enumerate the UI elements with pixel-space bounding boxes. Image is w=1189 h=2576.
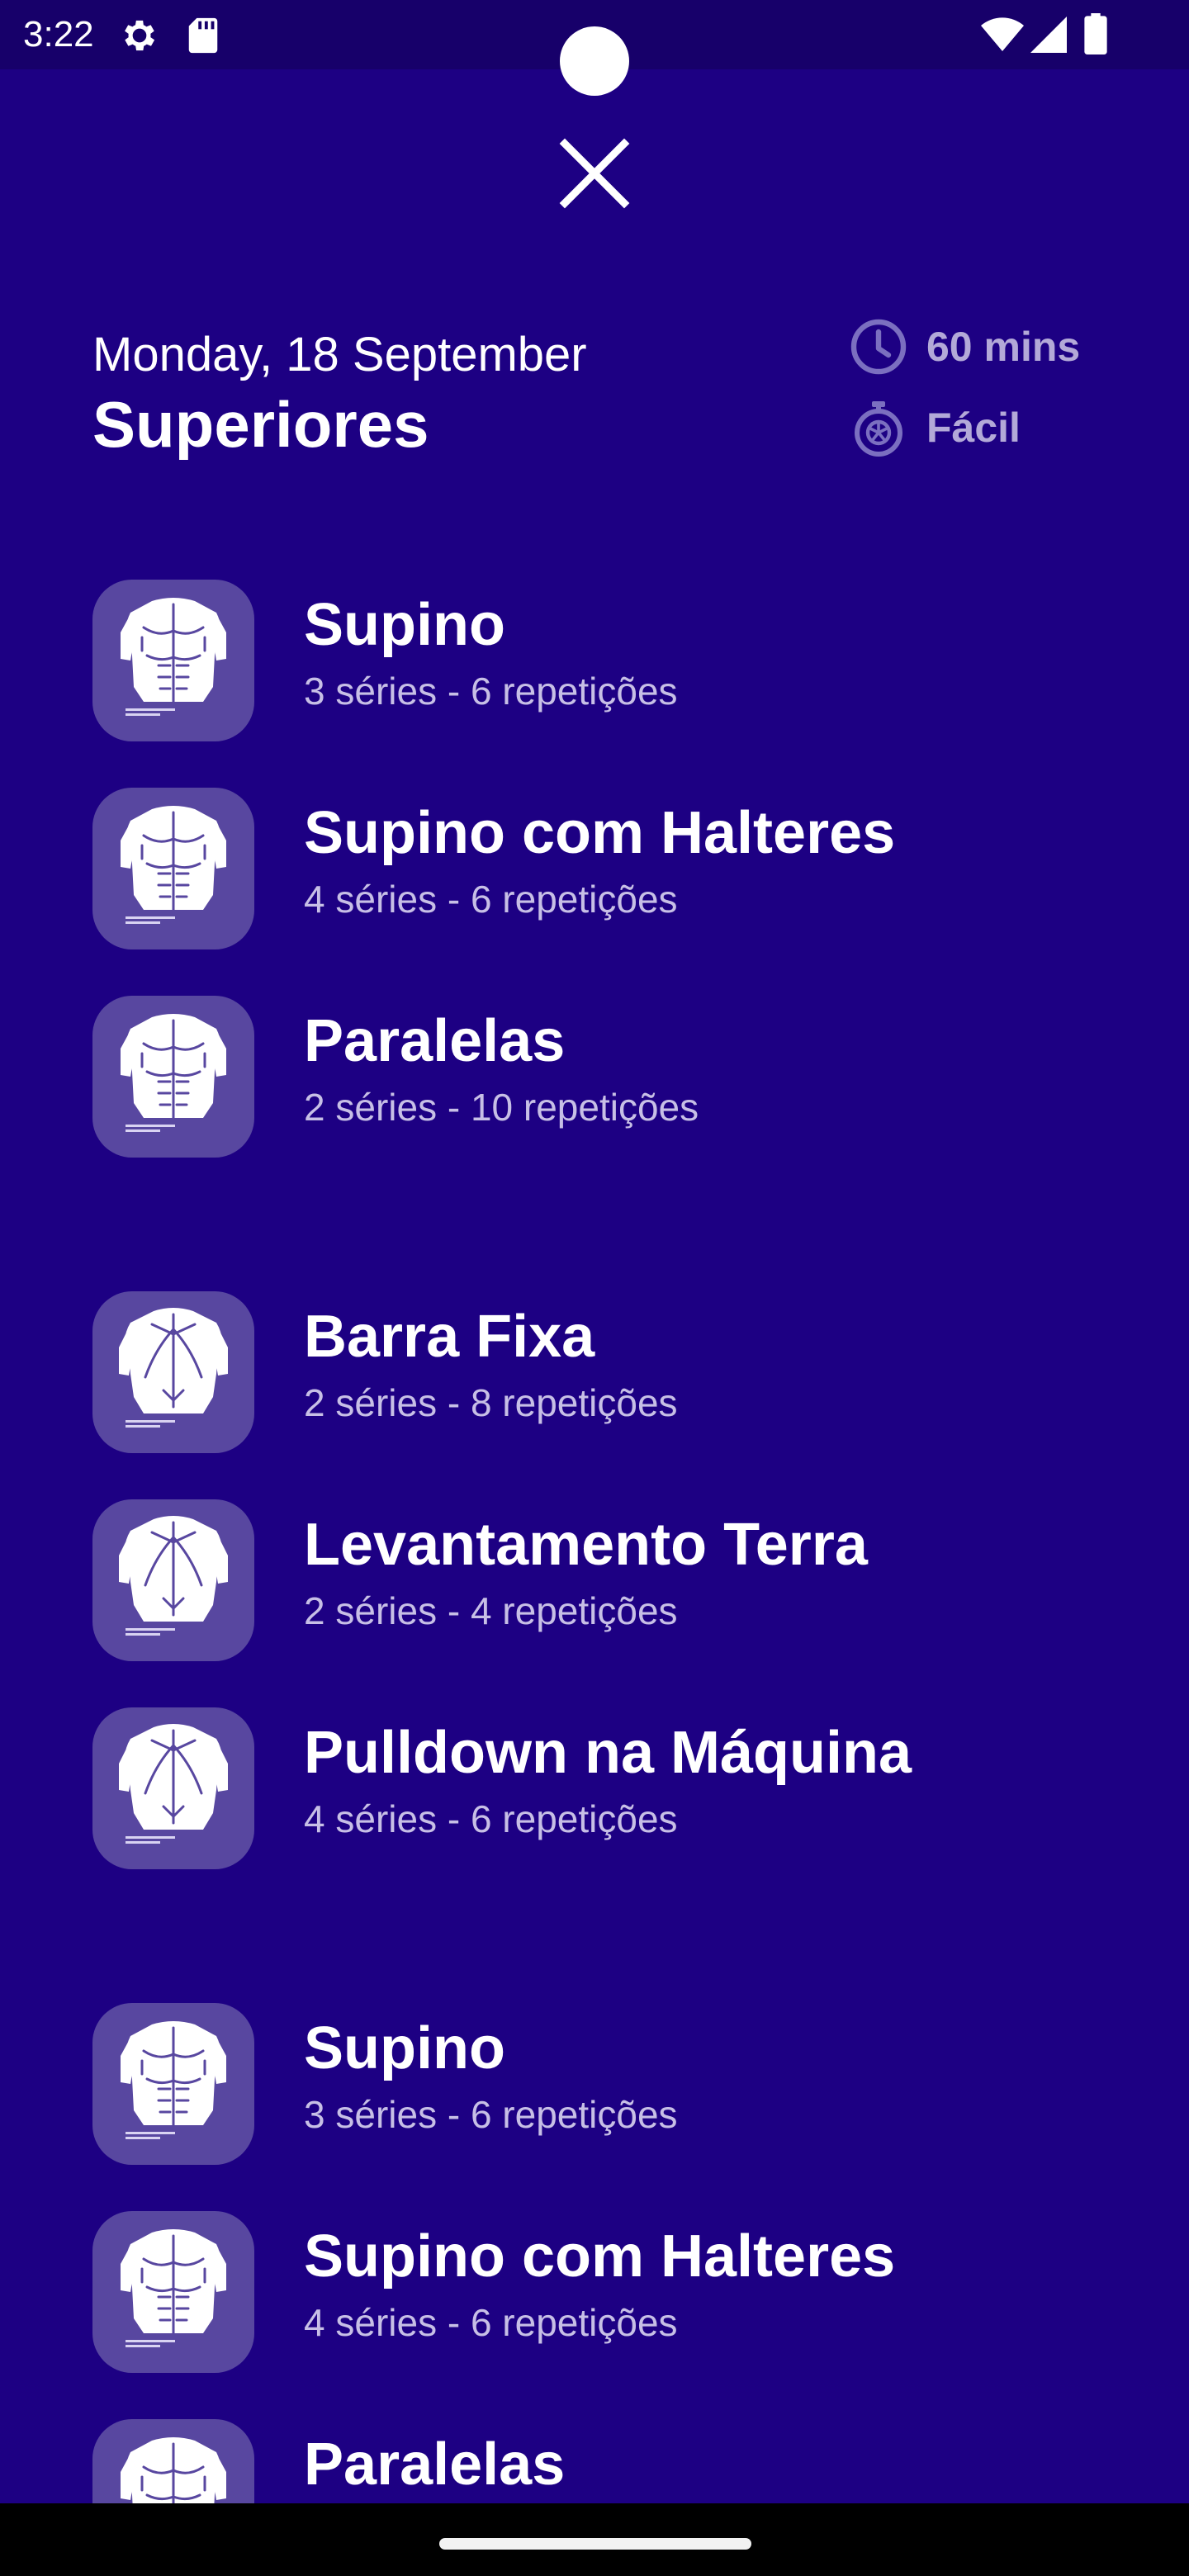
exercise-sets-reps: 4 séries - 6 repetições bbox=[304, 2301, 678, 2344]
back-muscle-icon bbox=[119, 1724, 228, 1844]
exercise-item[interactable]: Pulldown na Máquina 4 séries - 6 repetiçõ… bbox=[92, 1707, 1097, 1869]
exercise-name: Paralelas bbox=[304, 2432, 566, 2498]
chest-muscle-icon bbox=[121, 1014, 226, 1132]
exercise-item[interactable]: Supino com Halteres 4 séries - 6 repetiçõ… bbox=[92, 2211, 1097, 2373]
chest-muscle-icon bbox=[121, 2229, 226, 2347]
exercise-item[interactable]: Barra Fixa 2 séries - 8 repetições bbox=[92, 1291, 1097, 1453]
exercise-name: Supino bbox=[304, 2015, 505, 2081]
exercise-thumbnail bbox=[92, 2003, 254, 2165]
exercise-thumbnail bbox=[92, 1707, 254, 1869]
home-gesture-handle[interactable] bbox=[439, 2538, 751, 2550]
back-muscle-icon bbox=[119, 1516, 228, 1636]
exercise-name: Supino com Halteres bbox=[304, 2223, 896, 2290]
exercise-item[interactable]: Supino com Halteres 4 séries - 6 repetiçõ… bbox=[92, 788, 1097, 949]
chest-muscle-icon bbox=[121, 2021, 226, 2139]
exercise-item[interactable]: Supino 3 séries - 6 repetições bbox=[92, 2003, 1097, 2165]
exercise-sets-reps: 2 séries - 8 repetições bbox=[304, 1381, 678, 1424]
exercise-name: Supino bbox=[304, 592, 505, 658]
chest-muscle-icon bbox=[121, 2437, 226, 2503]
exercise-name: Paralelas bbox=[304, 1008, 566, 1074]
chest-muscle-icon bbox=[121, 806, 226, 924]
chest-muscle-icon bbox=[121, 598, 226, 716]
exercise-thumbnail bbox=[92, 788, 254, 949]
exercise-name: Pulldown na Máquina bbox=[304, 1720, 912, 1786]
exercise-thumbnail bbox=[92, 2211, 254, 2373]
exercise-sets-reps: 2 séries - 4 repetições bbox=[304, 1589, 678, 1632]
exercise-thumbnail bbox=[92, 580, 254, 741]
exercise-thumbnail bbox=[92, 1499, 254, 1661]
exercise-item[interactable]: Supino 3 séries - 6 repetições bbox=[92, 580, 1097, 741]
exercise-item[interactable]: Paralelas 2 séries - 10 repetições bbox=[92, 996, 1097, 1158]
exercise-item[interactable]: Levantamento Terra 2 séries - 4 repetiçõe… bbox=[92, 1499, 1097, 1661]
exercise-thumbnail bbox=[92, 2419, 254, 2503]
exercise-sets-reps: 3 séries - 6 repetições bbox=[304, 2093, 678, 2136]
exercise-sets-reps: 3 séries - 6 repetições bbox=[304, 670, 678, 713]
exercise-list: Supino 3 séries - 6 repetições Supino com … bbox=[0, 0, 1189, 2503]
exercise-sets-reps: 4 séries - 6 repetições bbox=[304, 1797, 678, 1840]
exercise-name: Supino com Halteres bbox=[304, 800, 896, 866]
exercise-sets-reps: 2 séries - 10 repetições bbox=[304, 1086, 699, 1129]
back-muscle-icon bbox=[119, 1308, 228, 1428]
exercise-name: Barra Fixa bbox=[304, 1304, 595, 1370]
exercise-thumbnail bbox=[92, 1291, 254, 1453]
exercise-thumbnail bbox=[92, 996, 254, 1158]
exercise-sets-reps: 4 séries - 6 repetições bbox=[304, 878, 678, 921]
exercise-name: Levantamento Terra bbox=[304, 1512, 868, 1578]
exercise-item[interactable]: Paralelas bbox=[92, 2419, 1097, 2503]
